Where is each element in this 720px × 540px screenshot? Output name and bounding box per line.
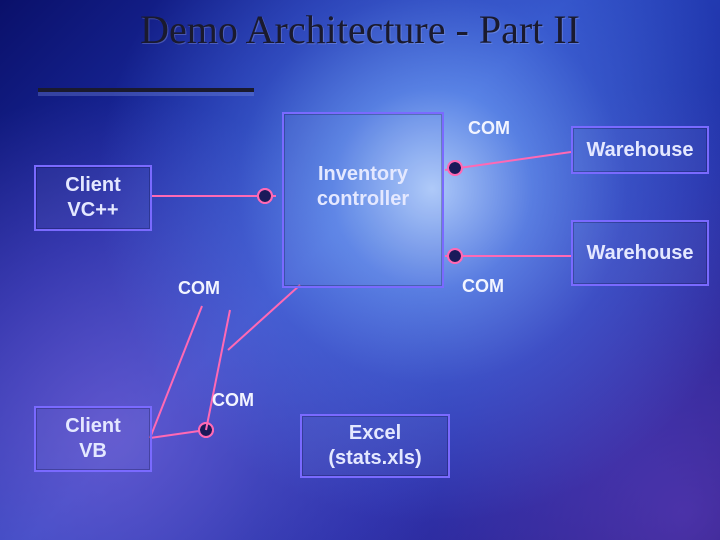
label-com-bottom: COM: [212, 390, 254, 411]
box-inventory-label: Inventory controller: [317, 162, 409, 212]
box-excel: Excel (stats.xls): [300, 414, 450, 478]
box-client-vcpp-label: Client VC++: [65, 173, 121, 223]
box-warehouse-2: Warehouse: [571, 220, 709, 286]
box-warehouse-1-label: Warehouse: [586, 138, 693, 163]
label-com-mid-right: COM: [462, 276, 504, 297]
box-client-vb-label: Client VB: [65, 414, 121, 464]
box-excel-label: Excel (stats.xls): [328, 421, 421, 471]
box-warehouse-1: Warehouse: [571, 126, 709, 174]
slide-title: Demo Architecture - Part II: [0, 6, 720, 53]
title-underline: [38, 88, 254, 92]
box-inventory-controller: Inventory controller: [282, 112, 444, 288]
box-warehouse-2-label: Warehouse: [586, 241, 693, 266]
box-client-vcpp: Client VC++: [34, 165, 152, 231]
label-com-top: COM: [468, 118, 510, 139]
label-com-mid-left: COM: [178, 278, 220, 299]
slide-stage: Demo Architecture - Part II Client VC++ …: [0, 0, 720, 540]
box-client-vb: Client VB: [34, 406, 152, 472]
